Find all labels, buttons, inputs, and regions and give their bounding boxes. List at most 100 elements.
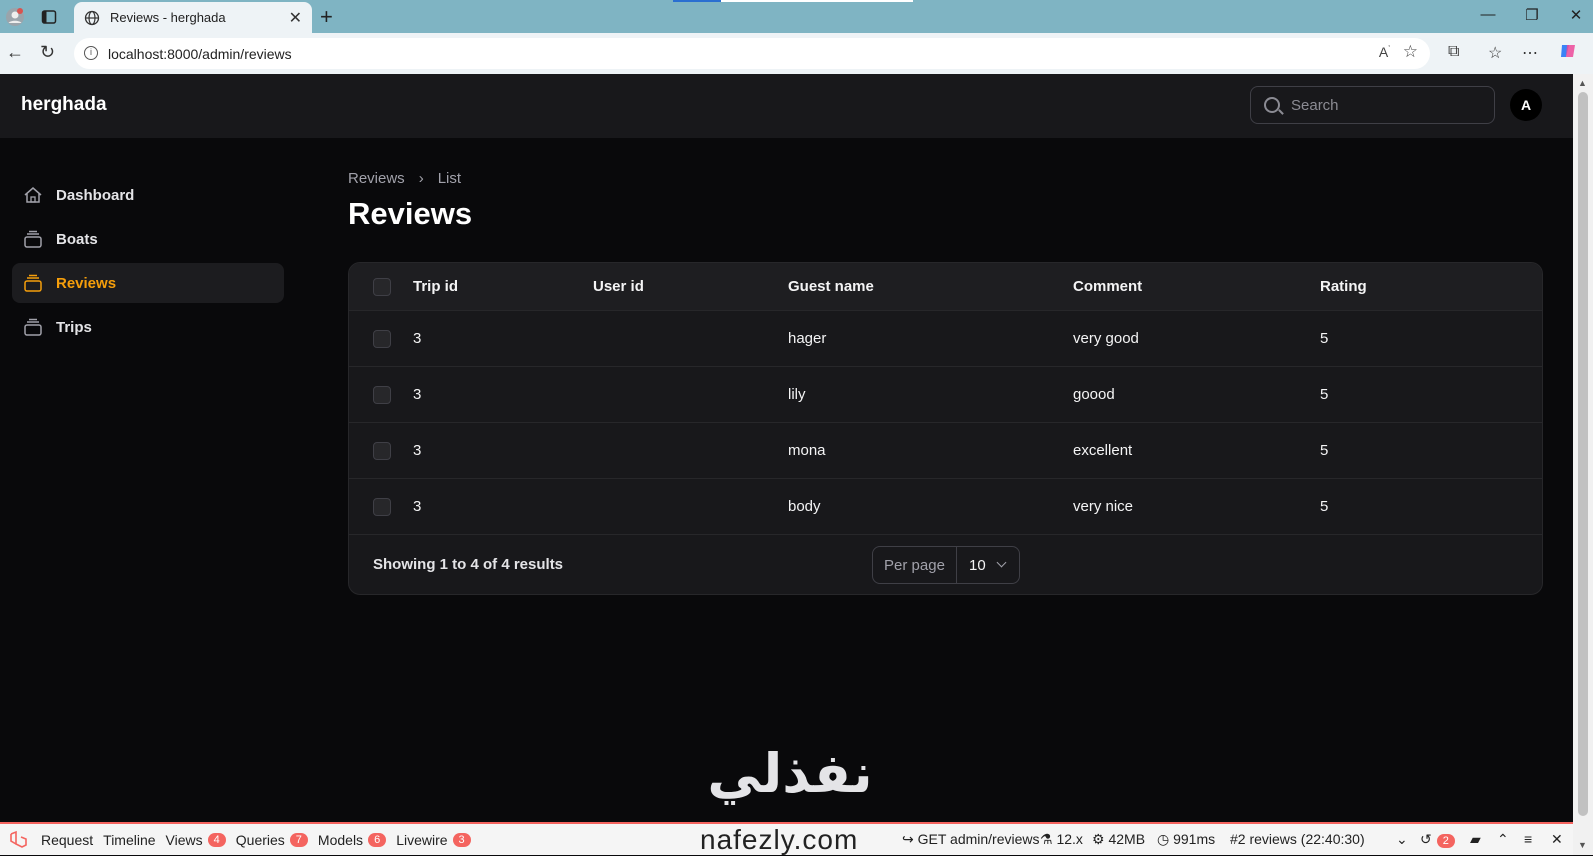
- read-aloud-icon[interactable]: Aʼ: [1379, 44, 1390, 60]
- breadcrumb-reviews[interactable]: Reviews: [348, 170, 405, 187]
- debug-tab-models[interactable]: Models 6: [313, 824, 391, 855]
- favorites-icon[interactable]: ☆: [1488, 43, 1502, 63]
- minimize-icon[interactable]: —: [1478, 6, 1498, 23]
- favorite-star-icon[interactable]: ☆: [1403, 42, 1418, 62]
- sidebar-item-boats[interactable]: Boats: [12, 219, 284, 259]
- loading-bar-fill: [673, 0, 721, 2]
- site-info-icon[interactable]: i: [84, 46, 98, 60]
- sidebar-item-label: Trips: [56, 318, 92, 336]
- results-summary: Showing 1 to 4 of 4 results: [373, 556, 564, 573]
- cell-guest-name: mona: [788, 442, 826, 459]
- chevron-right-icon: ›: [418, 170, 424, 187]
- settings-icon[interactable]: ≡: [1524, 831, 1532, 847]
- row-checkbox[interactable]: [373, 386, 391, 404]
- more-menu-icon[interactable]: ⋯: [1522, 43, 1538, 63]
- sidebar-item-trips[interactable]: Trips: [12, 307, 284, 347]
- table-row[interactable]: 3 hager very good 5: [349, 311, 1542, 367]
- debug-tab-livewire[interactable]: Livewire 3: [391, 824, 475, 855]
- globe-icon: [84, 10, 100, 25]
- request-history-label[interactable]: #2 reviews (22:40:30): [1230, 831, 1365, 847]
- global-search-input[interactable]: Search: [1250, 86, 1495, 124]
- per-page-value[interactable]: 10: [957, 547, 1019, 583]
- new-tab-icon[interactable]: +: [320, 4, 333, 30]
- debug-tab-views[interactable]: Views 4: [161, 824, 231, 855]
- column-header-user-id[interactable]: User id: [593, 278, 644, 295]
- cell-comment: very nice: [1073, 498, 1134, 515]
- column-header-rating[interactable]: Rating: [1320, 278, 1367, 295]
- browser-toolbar: ← ↻ i localhost:8000/admin/reviews Aʼ ☆ …: [0, 33, 1593, 74]
- row-checkbox[interactable]: [373, 442, 391, 460]
- breadcrumb: Reviews › List: [348, 170, 461, 187]
- row-checkbox[interactable]: [373, 330, 391, 348]
- per-page-label: Per page: [873, 547, 957, 583]
- laravel-logo-icon[interactable]: [0, 824, 36, 855]
- browser-tab[interactable]: Reviews - herghada ✕: [74, 2, 312, 33]
- sidebar-item-reviews[interactable]: Reviews: [12, 263, 284, 303]
- rectangle-stack-icon: [24, 318, 42, 336]
- url-text: localhost:8000/admin/reviews: [108, 45, 292, 62]
- cell-rating: 5: [1320, 442, 1329, 459]
- copilot-icon[interactable]: [1558, 41, 1578, 66]
- sidebar-item-label: Reviews: [56, 274, 117, 292]
- profile-icon[interactable]: [4, 6, 26, 28]
- debug-tab-queries[interactable]: Queries 7: [231, 824, 313, 855]
- time-info: ◷ 991ms: [1157, 831, 1216, 847]
- chevron-up-icon[interactable]: ⌃: [1497, 831, 1509, 848]
- breadcrumb-list: List: [437, 170, 462, 187]
- rectangle-stack-icon: [24, 230, 42, 248]
- cell-trip-id: 3: [413, 330, 422, 347]
- page-title: Reviews: [348, 196, 473, 231]
- scroll-up-icon[interactable]: ▲: [1578, 78, 1587, 88]
- history-icon[interactable]: ↺ 2: [1420, 831, 1455, 848]
- row-checkbox[interactable]: [373, 498, 391, 516]
- count-badge: 3: [452, 832, 471, 847]
- scroll-down-icon[interactable]: ▼: [1578, 840, 1587, 850]
- cell-rating: 5: [1320, 330, 1329, 347]
- restore-icon[interactable]: ❐: [1522, 6, 1542, 24]
- address-bar[interactable]: i localhost:8000/admin/reviews Aʼ ☆: [74, 38, 1430, 69]
- brand-logo[interactable]: herghada: [21, 94, 107, 116]
- cell-trip-id: 3: [413, 498, 422, 515]
- close-tab-icon[interactable]: ✕: [289, 8, 302, 28]
- app-topbar: herghada Search A: [0, 74, 1573, 138]
- table-row[interactable]: 3 body very nice 5: [349, 479, 1542, 535]
- sidebar-item-dashboard[interactable]: Dashboard: [12, 175, 284, 215]
- chevron-down-icon[interactable]: ⌄: [1396, 831, 1408, 848]
- version-info: ⚗ 12.x: [1040, 831, 1083, 847]
- cell-comment: very good: [1073, 330, 1139, 347]
- debug-tab-label: Models: [317, 831, 364, 848]
- close-debugbar-icon[interactable]: ✕: [1551, 831, 1563, 848]
- page-scrollbar[interactable]: ▲ ▼: [1573, 74, 1593, 855]
- version-text: 12.x: [1056, 831, 1083, 847]
- watermark-logo: نفذلي: [707, 742, 873, 805]
- reviews-table: Trip id User id Guest name Comment Ratin…: [348, 262, 1543, 595]
- column-header-trip-id[interactable]: Trip id: [413, 278, 458, 295]
- cell-rating: 5: [1320, 386, 1329, 403]
- scrollbar-thumb[interactable]: [1578, 92, 1588, 816]
- tab-actions-icon[interactable]: [38, 6, 60, 28]
- back-icon[interactable]: ←: [6, 42, 24, 63]
- refresh-icon[interactable]: ↻: [40, 42, 55, 63]
- sidebar-item-label: Dashboard: [56, 186, 135, 204]
- table-row[interactable]: 3 lily goood 5: [349, 367, 1542, 423]
- extensions-icon[interactable]: ⧉: [1448, 43, 1459, 61]
- cell-rating: 5: [1320, 498, 1329, 515]
- tab-title: Reviews - herghada: [110, 10, 226, 25]
- cell-guest-name: lily: [788, 386, 806, 403]
- close-window-icon[interactable]: ✕: [1566, 6, 1586, 24]
- per-page-select[interactable]: Per page 10: [872, 546, 1020, 584]
- column-header-comment[interactable]: Comment: [1073, 278, 1142, 295]
- admin-app: herghada Search A Dashboard Boats Review…: [0, 74, 1573, 822]
- column-header-guest-name[interactable]: Guest name: [788, 278, 874, 295]
- table-row[interactable]: 3 mona excellent 5: [349, 423, 1542, 479]
- sidebar-nav: Dashboard Boats Reviews Trips: [12, 175, 284, 351]
- debug-tab-timeline[interactable]: Timeline: [98, 824, 160, 855]
- debug-tab-request[interactable]: Request: [36, 824, 98, 855]
- select-all-checkbox[interactable]: [373, 278, 391, 296]
- table-footer: Showing 1 to 4 of 4 results Per page 10: [349, 535, 1542, 594]
- user-avatar[interactable]: A: [1510, 89, 1542, 121]
- table-header-row: Trip id User id Guest name Comment Ratin…: [349, 263, 1542, 311]
- history-badge: 2: [1436, 834, 1455, 848]
- route-info[interactable]: ↪ GET admin/reviews: [902, 831, 1040, 848]
- folder-icon[interactable]: ▰: [1470, 831, 1481, 848]
